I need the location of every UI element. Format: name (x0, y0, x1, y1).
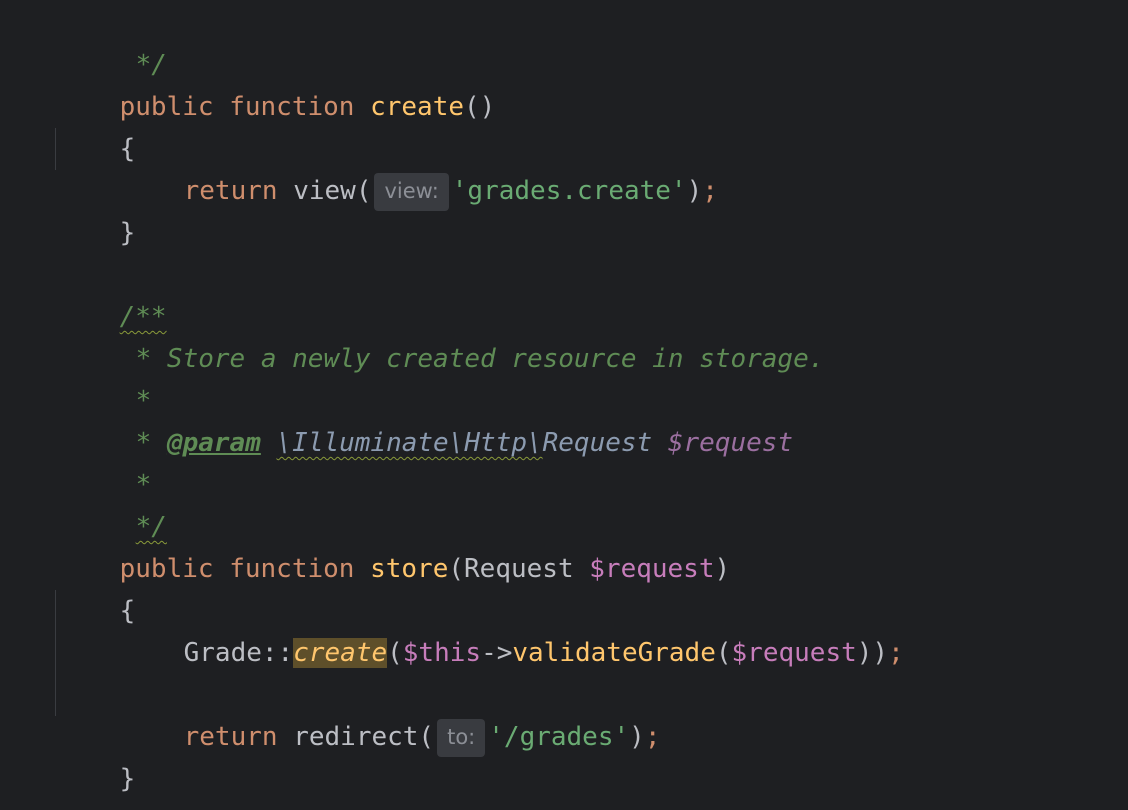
doc-tag: @param (166, 428, 261, 458)
code-line[interactable]: /** (57, 254, 167, 332)
code-line[interactable]: public function create() (57, 44, 496, 122)
code-line[interactable]: Grade::create($this->validateGrade($requ… (121, 590, 904, 668)
code-line[interactable]: } (57, 170, 136, 248)
code-line[interactable]: return view(view:'grades.create'); (121, 128, 718, 211)
code-line[interactable]: { (57, 548, 136, 626)
code-line[interactable]: * (73, 422, 152, 500)
keyword: function (229, 554, 355, 584)
brace: } (119, 764, 136, 794)
code-line[interactable]: { (57, 86, 136, 164)
parameter-hint: to: (437, 718, 486, 757)
doc-comment-text: * Store a newly created resource in stor… (135, 344, 825, 374)
doc-variable: $request (667, 428, 794, 458)
keyword: return (183, 722, 278, 752)
variable: $request (589, 554, 715, 584)
function-name: store (370, 554, 449, 584)
code-line[interactable]: public function store(Request $request) (57, 506, 731, 584)
parameter-hint: view: (374, 172, 449, 211)
punctuation: ( (715, 638, 732, 668)
code-line[interactable]: } (57, 716, 136, 794)
method-call: validateGrade (512, 638, 716, 668)
string-literal: '/grades' (488, 722, 630, 752)
punctuation: () (464, 92, 496, 122)
class-reference: Grade:: (183, 638, 294, 668)
function-call: redirect( (293, 722, 435, 752)
punctuation: )) (856, 638, 889, 668)
doc-type-namespace: \Illuminate\Http\ (276, 428, 543, 458)
variable: $request (731, 638, 857, 668)
punctuation: ) (629, 722, 645, 752)
punctuation: ) (686, 176, 703, 206)
highlighted-method[interactable]: create (293, 638, 388, 668)
variable: $this (402, 638, 482, 668)
keyword: function (229, 92, 355, 122)
indent-guide (55, 128, 56, 170)
indent-guide (55, 590, 56, 716)
punctuation: ) (714, 554, 731, 584)
string-literal: 'grades.create' (451, 176, 687, 206)
brace: } (119, 218, 136, 248)
code-line[interactable]: */ (73, 2, 167, 80)
punctuation: ( (387, 638, 403, 668)
operator: -> (481, 638, 513, 668)
semicolon: ; (888, 638, 904, 668)
code-line[interactable]: return redirect(to: '/grades'); (121, 674, 660, 757)
keyword: return (183, 176, 278, 206)
code-line[interactable]: */ (73, 464, 167, 542)
semicolon: ; (702, 176, 718, 206)
function-name: create (370, 92, 465, 122)
semicolon: ; (644, 722, 661, 752)
function-call: view( (293, 176, 372, 206)
punctuation: (Request (448, 554, 590, 584)
code-line[interactable]: * (73, 338, 152, 416)
doc-type: Request (542, 428, 653, 458)
code-line[interactable]: * Store a newly created resource in stor… (73, 296, 825, 374)
code-editor[interactable]: */ public function create() { return vie… (0, 0, 1128, 810)
code-line[interactable]: * @param \Illuminate\Http\Request $reque… (73, 380, 793, 458)
